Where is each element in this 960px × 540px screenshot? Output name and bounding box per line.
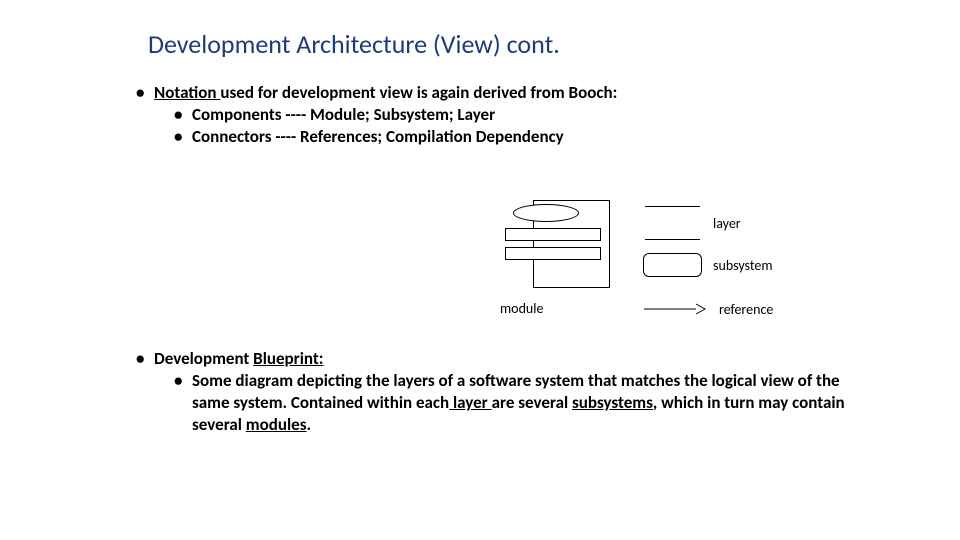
bullet-components: Components ---- Module; Subsystem; Layer xyxy=(174,104,880,126)
reference-label: reference xyxy=(719,301,773,318)
blueprint-underlined: Blueprint: xyxy=(253,348,323,369)
module-bar-1 xyxy=(505,228,601,241)
layer-line-bottom xyxy=(645,239,700,240)
bullet-connectors: Connectors ---- References; Compilation … xyxy=(174,126,880,148)
layer-label: layer xyxy=(713,215,741,232)
bullet-notation: Notation used for development view is ag… xyxy=(136,82,880,104)
layer-underlined: layer xyxy=(449,392,491,413)
notation-rest: used for development view is again deriv… xyxy=(220,82,617,103)
body-part-2: are several xyxy=(492,392,572,413)
bottom-bullet-group: Development Blueprint: Some diagram depi… xyxy=(136,348,870,436)
modules-underlined: modules xyxy=(246,414,307,435)
module-bar-2 xyxy=(505,247,601,260)
notation-underlined: Notation xyxy=(154,82,220,103)
slide-title: Development Architecture (View) cont. xyxy=(148,28,560,60)
module-ellipse xyxy=(513,204,579,222)
top-bullet-group: Notation used for development view is ag… xyxy=(136,82,880,148)
dev-text: Development xyxy=(154,348,253,369)
layer-line-top xyxy=(645,206,700,207)
subsystem-box xyxy=(643,253,702,277)
notation-diagram: module layer subsystem reference xyxy=(494,196,834,336)
bullet-blueprint-body: Some diagram depicting the layers of a s… xyxy=(174,370,870,436)
bullet-dev-blueprint: Development Blueprint: xyxy=(136,348,870,370)
module-label: module xyxy=(500,300,543,317)
subsystems-underlined: subsystems xyxy=(572,392,653,413)
subsystem-label: subsystem xyxy=(713,257,773,274)
body-period: . xyxy=(307,414,312,435)
reference-arrow-icon xyxy=(644,300,706,318)
